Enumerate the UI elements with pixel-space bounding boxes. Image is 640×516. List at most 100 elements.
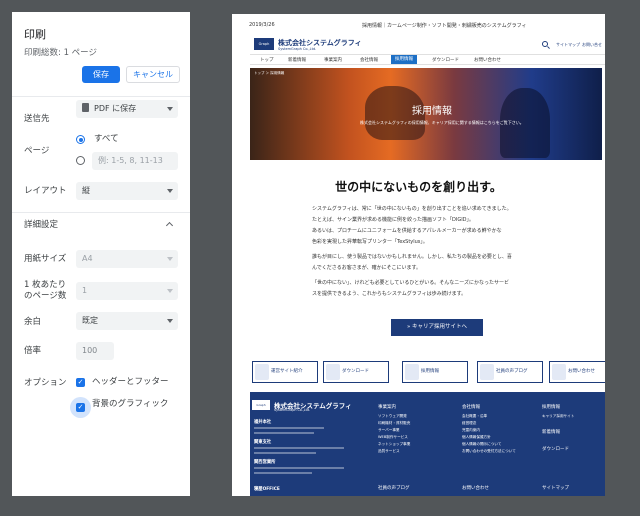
destination-select[interactable]: PDF に保存 (76, 100, 178, 118)
chevron-up-icon[interactable] (165, 221, 174, 230)
office-name: 関東支社 (254, 440, 272, 445)
background-graphics-checkbox[interactable]: ✓ (76, 403, 85, 412)
chevron-down-icon (167, 107, 173, 111)
office-name: 寝屋OFFICE (254, 487, 280, 492)
nav-item: 事業案内 (324, 58, 342, 63)
nav-item: トップ (260, 58, 274, 63)
magnifier-icon (405, 364, 419, 380)
options-label: オプション (24, 378, 67, 388)
margins-select[interactable]: 既定 (76, 312, 178, 330)
footer-bottom-link: お問い合わせ (462, 486, 489, 491)
footer-link: ソフトウェア開発 (378, 414, 407, 418)
margins-value: 既定 (82, 316, 98, 325)
banner-label: ダウンロード (342, 369, 369, 374)
paper-size-select[interactable]: A4 (76, 250, 178, 268)
banner-contact: お問い合わせ (549, 361, 605, 383)
banner-label: 社員の声ブログ (496, 369, 528, 374)
background-graphics-label: 背景のグラフィック (92, 399, 169, 409)
pages-per-sheet-label-line1: 1 枚あたり (24, 280, 67, 290)
headers-footers-checkbox[interactable]: ✓ (76, 378, 85, 387)
scale-input[interactable]: 100 (76, 342, 114, 360)
hero-title: 採用情報 (412, 106, 452, 117)
download-icon (326, 364, 340, 380)
banner-sites: 運営サイト紹介 (252, 361, 318, 383)
question-icon (552, 364, 566, 380)
banner-label: 運営サイト紹介 (271, 369, 303, 374)
more-settings-toggle[interactable]: 詳細設定 (24, 220, 58, 231)
pages-label: ページ (24, 146, 50, 156)
divider (12, 96, 190, 97)
margins-label: 余白 (24, 317, 42, 327)
site-nav: トップ 新着情報 事業案内 会社情報 採用情報 ダウンロード お問い合わせ (250, 54, 605, 65)
divider (12, 212, 190, 213)
body-line: たとえば、サイン業界が求める機能に例を絞った描画ソフト「DIGID」。 (312, 217, 475, 223)
footer-link: 児童内案内 (462, 428, 480, 432)
address-text (254, 432, 314, 434)
pages-per-sheet-select[interactable]: 1 (76, 282, 178, 300)
panel-title: 印刷 (24, 28, 46, 41)
footer-link: サーバー事業 (378, 428, 400, 432)
body-line: 「世の中にない」、けれども必要としているひとがいる。そんなニーズにかなったサービ (312, 280, 509, 286)
banner-download: ダウンロード (323, 361, 389, 383)
site-icon (255, 364, 269, 380)
nav-item: 会社情報 (360, 58, 378, 63)
footer-link: 経営理念 (462, 421, 477, 425)
nav-item: 新着情報 (288, 58, 306, 63)
site-footer: Graph 株式会社システムグラフィ SystemGraph Co.,Ltd. … (250, 392, 605, 496)
destination-label: 送信先 (24, 114, 50, 124)
footer-col-items: 会社概要・沿革 経営理念 児童内案内 個人情報保護方針 個人情報の開示について … (462, 413, 516, 455)
cancel-button[interactable]: キャンセル (126, 66, 180, 83)
sitemap-link: サイトマップ (556, 42, 580, 47)
headers-footers-label: ヘッダーとフッター (92, 377, 169, 387)
print-settings-panel: 印刷 印刷総数: 1 ページ 保存 キャンセル 送信先 PDF に保存 ページ … (12, 12, 190, 496)
company-name-en: SystemGraph Co.,Ltd. (278, 47, 317, 51)
career-site-button: » キャリア採用サイトへ (391, 319, 483, 336)
pages-per-sheet-label-line2: のページ数 (24, 291, 67, 301)
chevron-down-icon (167, 289, 173, 293)
pages-all-label: すべて (94, 134, 119, 144)
file-icon (82, 103, 89, 112)
footer-link: キャリア採用サイト (542, 414, 575, 418)
chevron-down-icon (167, 257, 173, 261)
hero-subtitle: 株式会社システムグラフィの採用情報、キャリア採用に関する情報はこちらをご覧下さい… (360, 120, 524, 125)
body-line: あるいは、プロチームにユニフォームを供給するアパレルメーカーが求める鮮やかな (312, 228, 502, 234)
pages-per-sheet-label: 1 枚あたり のページ数 (24, 280, 66, 302)
print-doc-title: 採用情報｜カームページ制作・ソフト開発・刺繍販売のシステムグラフィ (362, 23, 527, 29)
banner-label: 採用情報 (421, 369, 439, 374)
blog-icon (480, 364, 494, 380)
chevron-down-icon (167, 189, 173, 193)
address-text (254, 447, 344, 449)
contact-link: お問い合せ (582, 42, 602, 47)
footer-link: 印刷機材・資材販売 (378, 421, 411, 425)
nav-item: ダウンロード (432, 58, 459, 63)
paper-size-value: A4 (82, 254, 93, 263)
page-range-input[interactable]: 例: 1-5, 8, 11-13 (92, 152, 178, 170)
footer-link: 個人情報保護方針 (462, 435, 491, 439)
body-line: 色彩を実現した昇華転写プリンター「TexStylus」。 (312, 239, 428, 245)
footer-col-items: ソフトウェア開発 印刷機材・資材販売 サーバー事業 WEB制作サービス ネットシ… (378, 413, 410, 455)
footer-link: ネットショップ事業 (378, 442, 411, 446)
footer-link: お問い合わせの受付方法について (462, 449, 516, 453)
logo: Graph (254, 38, 274, 50)
banner-label: お問い合わせ (568, 369, 595, 374)
pages-all-radio[interactable] (76, 135, 85, 144)
breadcrumb: トップ ＞ 採用情報 (254, 71, 285, 75)
office-name: 福井本社 (254, 420, 272, 425)
body-line: スを提供できるよう、これからもシステムグラフィは歩み続けます。 (312, 291, 467, 297)
address-text (254, 472, 312, 474)
chevron-down-icon (167, 319, 173, 323)
footer-link: 会社概要・沿革 (462, 414, 488, 418)
print-preview-page: 2019/3/26 採用情報｜カームページ制作・ソフト開発・刺繍販売のシステムグ… (232, 14, 605, 496)
body-line: 誰もが目にし、使う製品ではないかもしれません。しかし、私たちの製品を必要とし、喜 (312, 254, 512, 260)
layout-select[interactable]: 縦 (76, 182, 178, 200)
save-button[interactable]: 保存 (82, 66, 120, 83)
search-icon (542, 41, 548, 47)
footer-col-title: 会社情報 (462, 405, 480, 410)
pages-custom-radio[interactable] (76, 156, 85, 165)
body-line: システムグラフィは、常に「世の中にないもの」を創り出すことを追い求めてきました。 (312, 206, 512, 212)
hero-banner: トップ ＞ 採用情報 採用情報 株式会社システムグラフィの採用情報、キャリア採用… (250, 68, 602, 160)
paper-size-label: 用紙サイズ (24, 254, 67, 264)
body-line: んでくださるお客さまが、確かにそこにいます。 (312, 265, 422, 271)
footer-bottom-link: 社員の声ブログ (378, 486, 410, 491)
footer-col-title: 新着情報 (542, 430, 560, 435)
